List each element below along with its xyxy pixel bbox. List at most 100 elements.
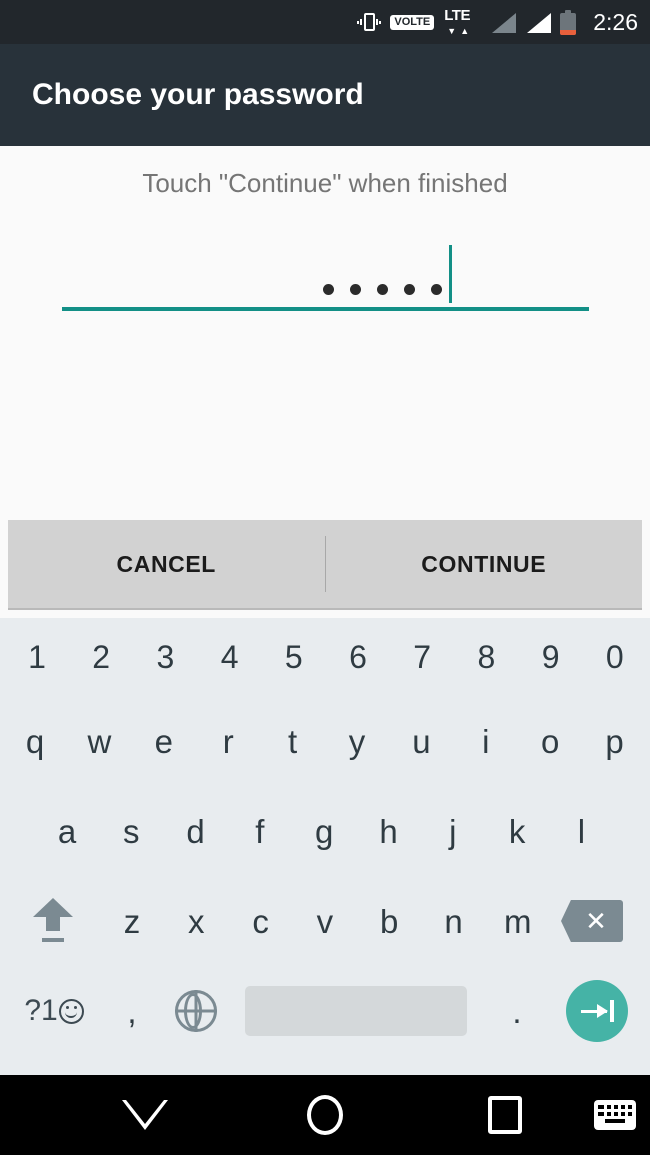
period-key[interactable]: . — [495, 966, 539, 1056]
key-t[interactable]: t — [265, 696, 321, 786]
key-label: a — [57, 812, 77, 850]
key-n[interactable]: n — [426, 876, 482, 966]
key-s[interactable]: s — [103, 786, 159, 876]
password-dot — [323, 284, 334, 295]
key-4[interactable]: 4 — [202, 618, 258, 696]
key-a[interactable]: a — [39, 786, 95, 876]
key-h[interactable]: h — [361, 786, 417, 876]
keyboard-toggle-button[interactable] — [590, 1075, 640, 1155]
key-o[interactable]: o — [522, 696, 578, 786]
password-dot — [404, 284, 415, 295]
key-w[interactable]: w — [71, 696, 127, 786]
key-label: o — [541, 722, 560, 760]
key-label: 1 — [28, 639, 46, 675]
android-screen: VOLTE LTE ▼ ▲ 2:26 Choose your password … — [0, 0, 650, 1155]
language-globe-key[interactable] — [174, 966, 218, 1056]
key-v[interactable]: v — [297, 876, 353, 966]
battery-icon — [560, 9, 577, 35]
continue-button[interactable]: CONTINUE — [326, 519, 643, 609]
keyboard-row-numbers: 1 2 3 4 5 6 7 8 9 0 — [0, 618, 650, 696]
key-label: 5 — [284, 639, 303, 675]
key-m[interactable]: m — [490, 876, 546, 966]
key-label: f — [255, 812, 265, 850]
page-title: Choose your password — [32, 78, 364, 111]
key-q[interactable]: q — [7, 696, 63, 786]
keyboard-row-bottom: ✕ z x c v b n m — [0, 876, 650, 966]
recents-button[interactable] — [470, 1075, 540, 1155]
key-z[interactable]: z — [104, 876, 160, 966]
back-icon — [122, 1100, 168, 1130]
status-bar-clock: 2:26 — [593, 8, 638, 35]
symbols-key[interactable]: ?1 — [12, 966, 96, 1056]
key-d[interactable]: d — [168, 786, 224, 876]
key-label: m — [504, 902, 532, 940]
key-9[interactable]: 9 — [523, 618, 579, 696]
comma-key[interactable]: , — [110, 966, 154, 1056]
key-x[interactable]: x — [168, 876, 224, 966]
symbols-label: ?1 — [24, 994, 58, 1027]
key-8[interactable]: 8 — [458, 618, 514, 696]
signal-icon-2 — [525, 11, 552, 33]
key-2[interactable]: 2 — [73, 618, 129, 696]
spacebar-surface — [245, 986, 467, 1036]
key-label: q — [25, 722, 45, 760]
key-j[interactable]: j — [425, 786, 481, 876]
key-l[interactable]: l — [553, 786, 609, 876]
key-0[interactable]: 0 — [587, 618, 643, 696]
key-i[interactable]: i — [458, 696, 514, 786]
keyboard-row-home: a sdfghjkl — [0, 786, 650, 876]
key-g[interactable]: g — [296, 786, 352, 876]
key-label: i — [482, 722, 490, 760]
key-u[interactable]: u — [393, 696, 449, 786]
cancel-button[interactable]: CANCEL — [8, 519, 325, 609]
key-label: l — [577, 812, 586, 850]
key-label: w — [87, 722, 112, 760]
home-button[interactable] — [290, 1075, 360, 1155]
comma-label: , — [127, 992, 137, 1030]
period-label: . — [512, 992, 522, 1030]
key-e[interactable]: e — [136, 696, 192, 786]
password-dot — [431, 284, 442, 295]
key-label: 0 — [605, 639, 624, 675]
shift-key[interactable] — [18, 876, 88, 966]
backspace-key[interactable]: ✕ — [552, 876, 632, 966]
password-dot — [377, 284, 388, 295]
back-button[interactable] — [110, 1075, 180, 1155]
action-button-bar: CANCEL CONTINUE — [8, 520, 642, 610]
key-y[interactable]: y — [329, 696, 385, 786]
lte-label: LTE — [444, 7, 470, 24]
key-label: 6 — [349, 639, 367, 675]
key-6[interactable]: 6 — [330, 618, 386, 696]
enter-next-key[interactable] — [566, 966, 628, 1056]
key-label: 9 — [541, 639, 560, 675]
key-label: j — [449, 812, 457, 850]
key-f[interactable]: f — [232, 786, 288, 876]
home-icon — [307, 1095, 343, 1135]
keyboard-row-top: q wertyui op — [0, 696, 650, 786]
key-label: c — [252, 902, 269, 940]
key-5[interactable]: 5 — [266, 618, 322, 696]
key-r[interactable]: r — [200, 696, 256, 786]
key-label: x — [188, 902, 205, 940]
status-bar-icons: VOLTE LTE ▼ ▲ 2:26 — [357, 7, 638, 36]
key-3[interactable]: 3 — [137, 618, 193, 696]
password-input[interactable] — [62, 245, 589, 311]
key-label: s — [123, 812, 140, 850]
navigation-bar — [0, 1075, 650, 1155]
key-c[interactable]: c — [233, 876, 289, 966]
space-key[interactable] — [245, 966, 467, 1056]
content-area: Touch "Continue" when finished — [0, 146, 650, 518]
key-7[interactable]: 7 — [394, 618, 450, 696]
key-b[interactable]: b — [361, 876, 417, 966]
key-k[interactable]: k — [489, 786, 545, 876]
data-down-arrow: ▼ — [447, 26, 457, 36]
key-1[interactable]: 1 — [9, 618, 65, 696]
keyboard-row-functions: ?1 , . — [0, 966, 650, 1056]
password-dot — [350, 284, 361, 295]
key-p[interactable]: p — [587, 696, 643, 786]
input-underline — [62, 307, 589, 311]
signal-icon-1 — [490, 11, 517, 33]
shift-arrow-icon — [27, 876, 79, 966]
vibrate-icon — [357, 10, 382, 34]
keyboard-icon — [594, 1100, 636, 1130]
